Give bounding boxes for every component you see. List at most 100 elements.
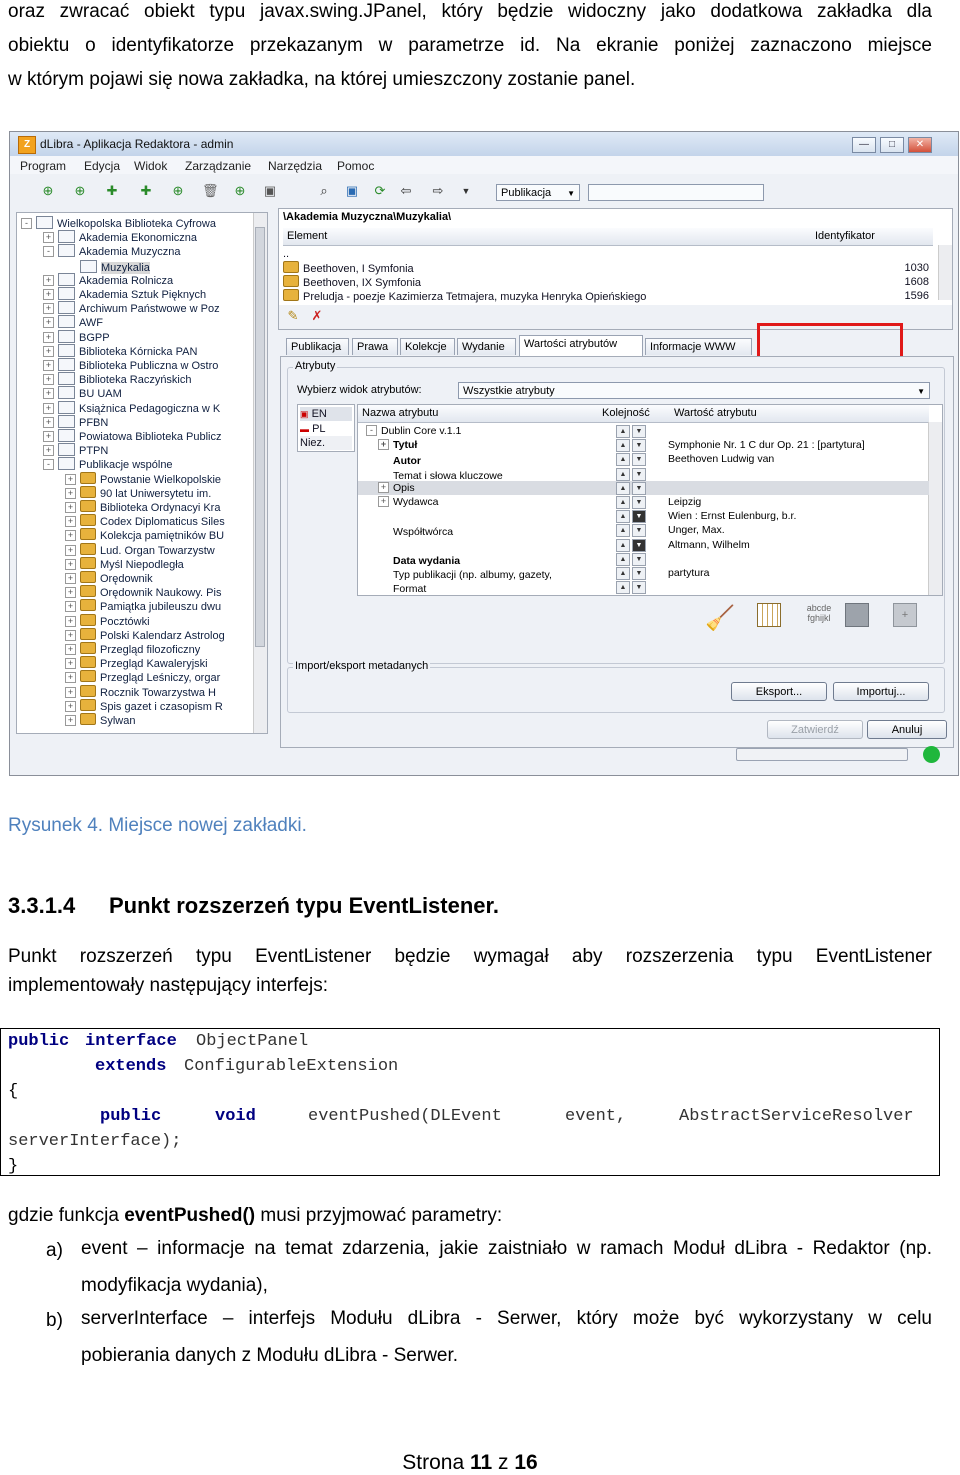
maximize-icon[interactable]: □	[880, 137, 904, 153]
collapse-icon[interactable]: -	[366, 425, 377, 436]
cancel-button[interactable]: Anuluj	[867, 720, 947, 739]
expand-icon[interactable]: +	[65, 573, 76, 584]
export-button[interactable]: Eksport...	[731, 682, 827, 701]
tree-node[interactable]: + Przegląd filozoficzny	[65, 642, 200, 656]
attribute-view-select[interactable]: Wszystkie atrybuty ▼	[458, 382, 930, 399]
move-up-icon[interactable]: ▲	[616, 510, 630, 524]
tab-wydanie[interactable]: Wydanie	[457, 338, 516, 355]
tab-wartosci-atrybutow[interactable]: Wartości atrybutów	[519, 335, 643, 356]
minimize-icon[interactable]: —	[852, 137, 876, 153]
expand-icon[interactable]: +	[378, 496, 389, 507]
tree-node[interactable]: + Spis gazet i czasopism R	[65, 698, 223, 713]
move-up-icon[interactable]: ▲	[616, 481, 630, 495]
attribute-row[interactable]: ▲ ▼ Altmann, Wilhelm	[358, 538, 929, 552]
tree-node[interactable]: + AWF	[43, 315, 103, 329]
expand-icon[interactable]: +	[43, 431, 54, 442]
collapse-icon[interactable]: -	[43, 459, 54, 471]
tree-node[interactable]: + Kolekcja pamiętników BU	[65, 528, 224, 542]
move-up-icon[interactable]: ▲	[616, 567, 630, 580]
tree-node[interactable]: + PTPN	[43, 443, 108, 457]
tree-node[interactable]: + Pamiątka jubileuszu dwu	[65, 599, 221, 613]
move-down-icon[interactable]: ▼	[632, 496, 646, 509]
tree-node[interactable]: + Biblioteka Publiczna w Ostro	[43, 358, 218, 372]
move-up-icon[interactable]: ▲	[616, 524, 630, 538]
attribute-row[interactable]: Typ publikacji (np. albumy, gazety, ▲ ▼ par…	[358, 566, 929, 581]
collapse-icon[interactable]: -	[43, 246, 54, 258]
tab-publikacja[interactable]: Publikacja	[286, 338, 349, 355]
expand-icon[interactable]: +	[43, 317, 54, 329]
tree-node[interactable]: + Książnica Pedagogiczna w K	[43, 400, 220, 415]
expand-icon[interactable]: +	[65, 672, 76, 684]
tree-node[interactable]: + Orędownik	[65, 571, 153, 585]
attribute-row[interactable]: + Opis ▲ ▼	[358, 480, 929, 495]
move-down-icon[interactable]: ▼	[632, 538, 646, 552]
expand-icon[interactable]: +	[43, 331, 54, 343]
tree-node[interactable]: + Biblioteka Ordynacyi Kra	[65, 500, 220, 514]
tree-node[interactable]: + Sylwan	[65, 713, 135, 727]
list-up-row[interactable]: ..	[283, 247, 289, 261]
broom-icon[interactable]: 🧹	[705, 604, 735, 633]
move-down-icon[interactable]: ▼	[632, 510, 646, 524]
move-down-icon[interactable]: ▼	[632, 567, 646, 580]
column-kolejnosc[interactable]: Kolejność	[602, 407, 650, 419]
expand-icon[interactable]: +	[43, 388, 54, 400]
tree-node[interactable]: + Akademia Rolnicza	[43, 272, 173, 287]
tree-node[interactable]: + Polski Kalendarz Astrolog	[65, 627, 225, 642]
column-wartosc-atrybutu[interactable]: Wartość atrybutu	[674, 407, 757, 419]
search-input[interactable]	[588, 184, 764, 201]
expand-icon[interactable]: +	[43, 416, 54, 428]
move-down-icon[interactable]: ▼	[632, 481, 646, 495]
dropdown-arrow-icon[interactable]: ▼	[458, 184, 474, 198]
language-en[interactable]: ▣ EN	[300, 407, 352, 421]
expand-icon[interactable]: +	[43, 303, 54, 315]
attribute-row[interactable]: + Tytuł ▲ ▼ Symphonie Nr. 1 C dur Op. 21 : […	[358, 438, 929, 453]
attribute-row[interactable]: ▲ ▼ Wien : Ernst Eulenburg, b.r.	[358, 509, 929, 524]
column-element[interactable]: Element	[287, 230, 327, 242]
tree-node[interactable]: + Codex Diplomaticus Siles	[65, 514, 225, 528]
expand-icon[interactable]: +	[65, 658, 76, 670]
move-up-icon[interactable]: ▲	[616, 581, 630, 595]
tree-node[interactable]: + PFBN	[43, 414, 108, 429]
menu-narzedzia[interactable]: Narzędzia	[268, 159, 322, 173]
delete-icon[interactable]: ✗	[309, 309, 325, 323]
expand-icon[interactable]: +	[43, 274, 54, 286]
move-down-icon[interactable]: ▼	[632, 439, 646, 453]
object-type-select[interactable]: Publikacja ▼	[496, 184, 580, 201]
copy-icon[interactable]	[845, 603, 869, 627]
expand-icon[interactable]: +	[65, 700, 76, 712]
add-icon[interactable]: ⊕	[232, 184, 248, 198]
tab-prawa[interactable]: Prawa	[352, 338, 398, 355]
attribute-row[interactable]: Temat i słowa kluczowe ▲ ▼	[358, 467, 929, 482]
tree-node[interactable]: + Biblioteka Kórnicka PAN	[43, 343, 197, 358]
tree-node[interactable]: - Wielkopolska Biblioteka Cyfrowa	[21, 216, 216, 230]
tree-node[interactable]: + BU UAM	[43, 386, 122, 400]
tree-node[interactable]: - Publikacje wspólne	[43, 457, 173, 471]
menu-pomoc[interactable]: Pomoc	[337, 159, 374, 173]
move-up-icon[interactable]: ▲	[616, 439, 630, 453]
expand-icon[interactable]: +	[65, 587, 76, 599]
add-column-icon[interactable]: +	[893, 603, 917, 627]
tree-node[interactable]: + Orędownik Naukowy. Pis	[65, 585, 221, 599]
expand-icon[interactable]: +	[65, 544, 76, 556]
tree-node[interactable]: + Powiatowa Biblioteka Publicz	[43, 429, 221, 443]
menu-zarzadzanie[interactable]: Zarządzanie	[185, 159, 251, 173]
expand-icon[interactable]: +	[65, 601, 76, 613]
language-list[interactable]: ▣ EN ▬ PL Niez.	[297, 404, 355, 452]
add-icon[interactable]: ✚	[138, 184, 154, 198]
image-icon[interactable]: ▣	[344, 184, 360, 198]
expand-icon[interactable]: +	[65, 715, 76, 726]
tab-kolekcje[interactable]: Kolekcje	[400, 338, 455, 355]
move-down-icon[interactable]: ▼	[632, 425, 646, 438]
font-sample-icon[interactable]: abcde fghijkl	[799, 603, 839, 623]
menu-edycja[interactable]: Edycja	[84, 159, 120, 173]
expand-icon[interactable]: +	[378, 481, 389, 493]
tree-node[interactable]: + Przegląd Kawaleryjski	[65, 656, 208, 670]
attribute-row[interactable]: - Dublin Core v.1.1 ▲ ▼	[358, 424, 929, 438]
search-icon[interactable]: ⌕	[316, 184, 332, 198]
tree-node[interactable]: + Rocznik Towarzystwa H	[65, 684, 216, 699]
expand-icon[interactable]: +	[65, 487, 76, 499]
expand-icon[interactable]: +	[378, 439, 389, 451]
expand-icon[interactable]: +	[43, 402, 54, 414]
expand-icon[interactable]: +	[43, 232, 54, 244]
tree-node[interactable]: + Pocztówki	[65, 613, 150, 628]
